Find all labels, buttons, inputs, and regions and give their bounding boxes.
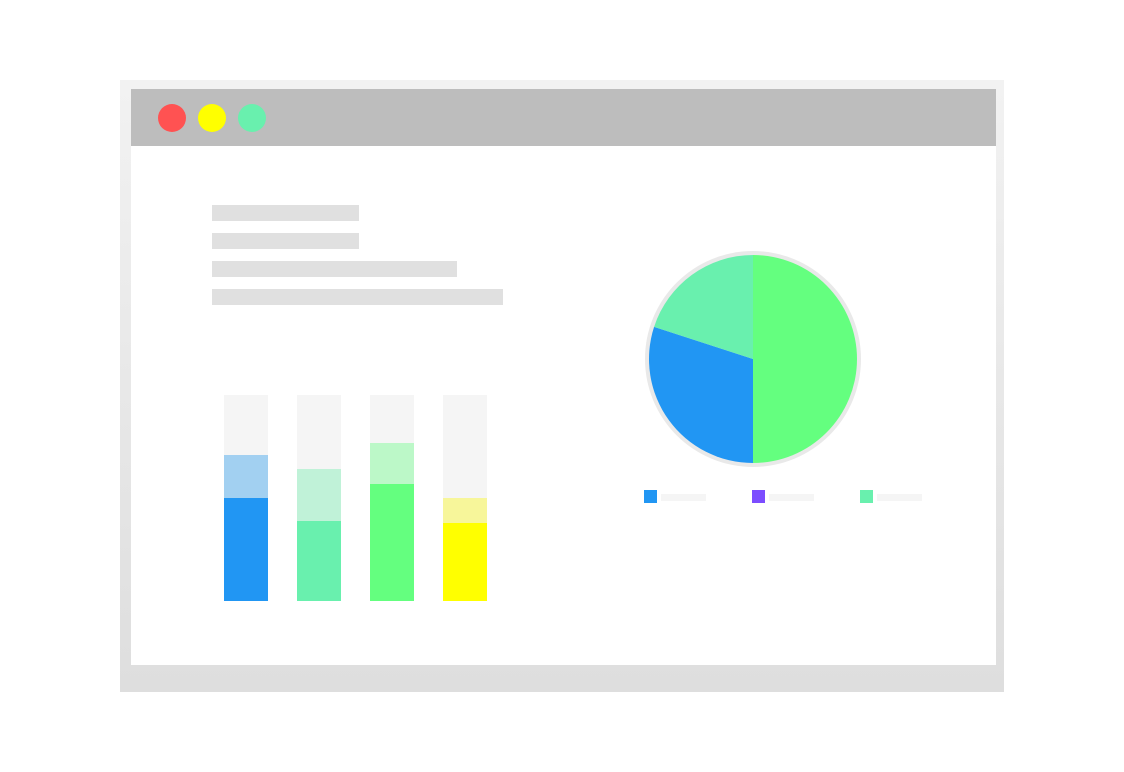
bar-column xyxy=(370,395,414,601)
bar-segment-secondary xyxy=(370,443,414,484)
text-placeholder-line xyxy=(212,261,457,277)
legend-swatch xyxy=(752,490,765,503)
bar-column xyxy=(224,395,268,601)
text-placeholder-line xyxy=(212,233,359,249)
bar-segment-primary xyxy=(370,484,414,601)
bar-segment-secondary xyxy=(297,469,341,521)
bar-column xyxy=(297,395,341,601)
legend-label-placeholder xyxy=(661,494,706,501)
window-title-bar xyxy=(131,89,996,146)
text-placeholder-line xyxy=(212,289,503,305)
bar-segment-primary xyxy=(297,521,341,601)
bar-column xyxy=(443,395,487,601)
close-window-button[interactable] xyxy=(158,104,186,132)
pie-chart xyxy=(643,249,863,469)
pie-slice xyxy=(753,255,857,463)
legend-swatch xyxy=(644,490,657,503)
window-content xyxy=(131,146,996,665)
legend-label-placeholder xyxy=(769,494,814,501)
bar-segment-secondary xyxy=(443,498,487,523)
bar-segment-secondary xyxy=(224,455,268,498)
legend-label-placeholder xyxy=(877,494,922,501)
text-placeholder-line xyxy=(212,205,359,221)
minimize-window-button[interactable] xyxy=(198,104,226,132)
bar-segment-primary xyxy=(443,523,487,601)
bar-segment-primary xyxy=(224,498,268,601)
maximize-window-button[interactable] xyxy=(238,104,266,132)
legend-swatch xyxy=(860,490,873,503)
pie-chart-svg xyxy=(645,251,861,467)
